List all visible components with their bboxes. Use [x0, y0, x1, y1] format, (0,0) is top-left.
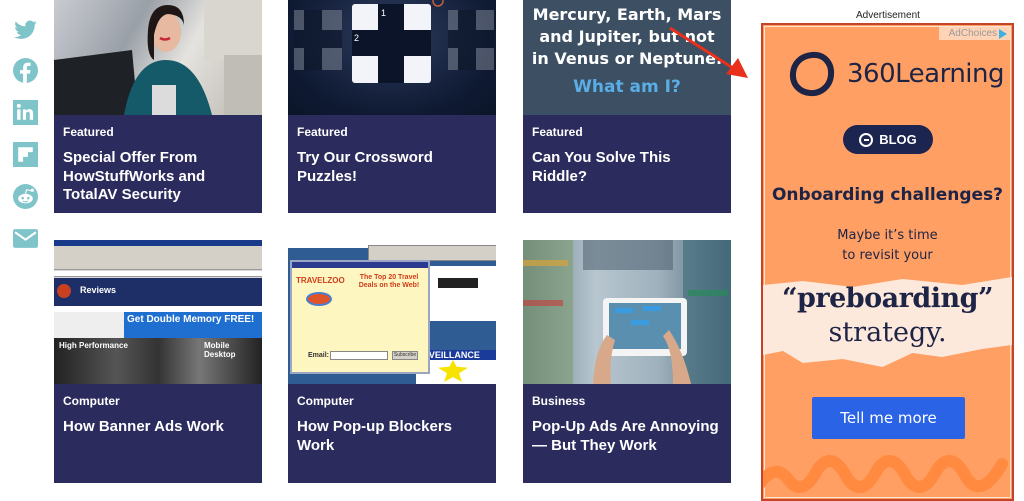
woman-photo — [54, 0, 262, 115]
chat-bubble-icon — [859, 132, 874, 147]
adchoices-button[interactable]: AdChoices — [938, 27, 1010, 40]
article-title[interactable]: Can You Solve This Riddle? — [532, 149, 722, 186]
article-category: Computer — [63, 394, 120, 408]
tell-me-more-button[interactable]: Tell me more — [812, 397, 965, 439]
store-photo — [523, 240, 731, 384]
ad-subtext-line: to revisit your — [842, 248, 933, 263]
ad-highlight-text: “preboarding” — [781, 283, 994, 314]
site-header: Reviews — [54, 278, 262, 306]
site-name: Reviews — [80, 285, 117, 295]
article-image-woman-laptop — [54, 0, 262, 115]
article-category: Computer — [297, 394, 354, 408]
article-image-crossword: 1 2 — [288, 0, 496, 115]
popup-window: TRAVELZOO The Top 20 Travel Deals on the… — [290, 260, 430, 374]
article-card[interactable]: URVEILLANCE TRAVELZOO The Top 20 Travel … — [288, 240, 496, 483]
article-card[interactable]: Reviews Get Double Memory FREE! High Per… — [54, 240, 262, 483]
brand-logo: 360Learning — [789, 51, 1005, 97]
advertisement-label: Advertisement — [856, 10, 920, 21]
article-image-tablet-store — [523, 240, 731, 384]
article-title[interactable]: How Banner Ads Work — [63, 418, 253, 437]
twitter-share-button[interactable] — [13, 18, 38, 43]
popup-email-label: Email: — [308, 352, 330, 359]
grid-number: 2 — [354, 33, 359, 43]
ad-subtext-line: Maybe it’s time — [837, 228, 938, 243]
article-card[interactable]: Featured Special Offer From HowStuffWork… — [54, 0, 262, 213]
article-image-popup: URVEILLANCE TRAVELZOO The Top 20 Travel … — [288, 240, 496, 384]
360learning-logo-icon — [789, 51, 835, 97]
travelzoo-logo: TRAVELZOO — [296, 276, 345, 285]
article-card[interactable]: Business Pop-Up Ads Are Annoying — But T… — [523, 240, 731, 483]
email-icon — [13, 229, 38, 248]
popup-subscribe-button: Subscribe — [392, 351, 418, 360]
twitter-icon — [14, 20, 37, 39]
ad-subtext: Maybe it’s time to revisit your — [763, 226, 1012, 266]
linkedin-icon — [13, 100, 38, 125]
article-category: Featured — [532, 125, 583, 139]
article-image-banner-ads: Reviews Get Double Memory FREE! High Per… — [54, 240, 262, 384]
article-category: Featured — [297, 125, 348, 139]
article-category: Featured — [63, 125, 114, 139]
article-card[interactable]: Mercury, Earth, Mars and Jupiter, but no… — [523, 0, 731, 213]
blog-label: BLOG — [879, 132, 917, 147]
adchoices-icon — [999, 28, 1007, 39]
flipboard-icon — [13, 142, 38, 167]
email-share-button[interactable] — [13, 226, 38, 251]
article-category: Business — [532, 394, 586, 408]
riddle-question: What am I? — [573, 77, 681, 97]
grid-number: 1 — [381, 8, 386, 18]
banner-ad-text: Get Double Memory FREE! — [124, 312, 262, 338]
ad-highlight-text-2: strategy. — [828, 317, 947, 348]
article-title[interactable]: Try Our Crossword Puzzles! — [297, 149, 487, 186]
banner-left-text: High Performance — [59, 341, 128, 350]
facebook-icon — [13, 58, 38, 83]
article-image-riddle: Mercury, Earth, Mars and Jupiter, but no… — [523, 0, 731, 115]
blog-badge: BLOG — [843, 125, 933, 154]
popup-headline: The Top 20 Travel Deals on the Web! — [358, 274, 420, 289]
reddit-icon — [13, 184, 38, 209]
riddle-text: Mercury, Earth, Mars and Jupiter, but no… — [531, 5, 723, 68]
advertisement-banner[interactable]: AdChoices 360Learning BLOG Onboarding ch… — [761, 23, 1014, 501]
banner-right-text: Mobile Desktop — [204, 341, 236, 359]
facebook-share-button[interactable] — [13, 58, 38, 83]
decorative-squiggle — [763, 455, 1009, 493]
ie-toolbar — [54, 246, 262, 270]
adchoices-label: AdChoices — [948, 28, 997, 39]
article-title[interactable]: How Pop-up Blockers Work — [297, 418, 487, 455]
article-title[interactable]: Special Offer From HowStuffWorks and Tot… — [63, 149, 253, 205]
flipboard-share-button[interactable] — [13, 142, 38, 167]
crossword-grid-graphic: 1 2 — [294, 0, 494, 83]
ad-headline: Onboarding challenges? — [771, 185, 1004, 205]
ie-address — [54, 271, 262, 277]
linkedin-share-button[interactable] — [13, 100, 38, 125]
article-title[interactable]: Pop-Up Ads Are Annoying — But They Work — [532, 418, 722, 455]
reddit-share-button[interactable] — [13, 184, 38, 209]
brand-name: 360Learning — [847, 59, 1005, 89]
article-card[interactable]: 1 2 Featured Try Our Crossword Puzzles! — [288, 0, 496, 213]
